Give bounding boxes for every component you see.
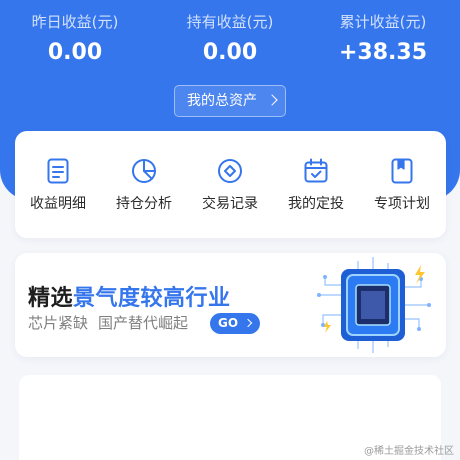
chevron-right-icon <box>266 94 278 106</box>
banner-subtitle-2: 国产替代崛起 <box>98 314 189 332</box>
menu-item-my-auto-invest[interactable]: 我的定投 <box>273 157 359 213</box>
go-label: GO <box>218 316 239 330</box>
pie-chart-icon <box>132 159 156 183</box>
stat-value: +38.35 <box>338 40 428 65</box>
document-icon <box>47 158 69 184</box>
menu-label: 收益明细 <box>30 196 86 212</box>
total-assets-label: 我的总资产 <box>187 93 257 109</box>
diamond-circle-icon <box>218 159 242 183</box>
menu-item-holdings-analysis[interactable]: 持仓分析 <box>101 157 187 213</box>
stat-value: 0.00 <box>202 40 258 65</box>
total-assets-button[interactable]: 我的总资产 <box>174 85 286 117</box>
menu-item-special-plan[interactable]: 专项计划 <box>359 157 445 213</box>
menu-label: 交易记录 <box>202 196 258 212</box>
banner-subtitle-1: 芯片紧缺 <box>28 314 89 332</box>
menu-label: 专项计划 <box>374 196 430 212</box>
calendar-check-icon <box>304 158 328 183</box>
stat-cumulative[interactable]: 累计收益(元) +38.35 <box>308 12 458 68</box>
menu-label: 持仓分析 <box>116 196 172 212</box>
menu-item-trade-records[interactable]: 交易记录 <box>187 157 273 213</box>
stat-value: 0.00 <box>47 40 103 65</box>
earnings-summary: 昨日收益(元) 0.00 持有收益(元) 0.00 累计收益(元) +38.35 <box>0 12 460 72</box>
quick-menu-card: 收益明细 持仓分析 交易记录 我的定投 专项计划 <box>15 131 446 238</box>
stat-yesterday[interactable]: 昨日收益(元) 0.00 <box>0 12 150 68</box>
chip-illustration <box>317 257 431 353</box>
watermark: @稀土掘金技术社区 <box>364 446 454 457</box>
go-button[interactable]: GO <box>210 313 260 334</box>
industry-banner[interactable]: 精选景气度较高行业 芯片紧缺 国产替代崛起 GO <box>15 253 446 357</box>
chevron-right-icon <box>243 318 253 328</box>
banner-title: 精选景气度较高行业 <box>28 280 231 312</box>
banner-title-prefix: 精选 <box>28 286 74 311</box>
banner-subtitle: 芯片紧缺 国产替代崛起 <box>28 313 198 333</box>
banner-title-highlight: 景气度较高行业 <box>73 286 231 311</box>
stat-holding[interactable]: 持有收益(元) 0.00 <box>155 12 305 68</box>
bookmark-icon <box>391 158 413 184</box>
menu-item-earnings-detail[interactable]: 收益明细 <box>15 157 101 213</box>
menu-label: 我的定投 <box>288 196 344 212</box>
stat-label: 累计收益(元) <box>339 13 427 31</box>
stat-label: 持有收益(元) <box>186 13 274 31</box>
stat-label: 昨日收益(元) <box>31 13 119 31</box>
